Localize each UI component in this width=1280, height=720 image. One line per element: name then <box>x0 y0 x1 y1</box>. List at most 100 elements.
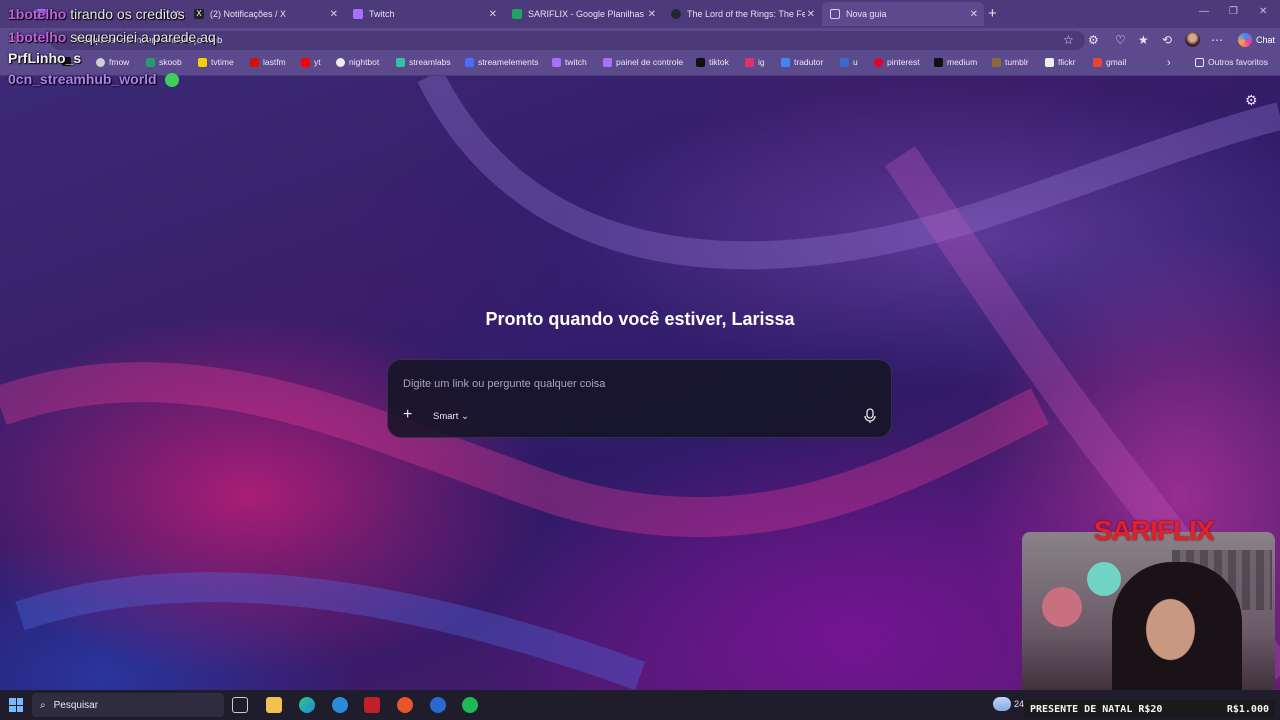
prompt-input[interactable] <box>403 378 843 390</box>
app-c-icon[interactable] <box>332 697 348 713</box>
weather-icon[interactable] <box>993 697 1011 711</box>
profile-avatar[interactable] <box>1185 32 1200 47</box>
newtab-icon <box>830 9 840 19</box>
bookmark-u[interactable]: u <box>840 57 858 67</box>
instagram-icon <box>745 57 754 67</box>
bookmark-tvtime[interactable]: tvtime <box>198 57 234 67</box>
close-icon[interactable]: ✕ <box>489 9 497 20</box>
tab-x-notifications[interactable]: X (2) Notificações / X ✕ <box>186 2 344 26</box>
chat-username: 1botelho <box>8 6 67 22</box>
tab-lotr-letterboxd[interactable]: The Lord of the Rings: The Fellows ✕ <box>663 2 821 26</box>
gmail-icon <box>1093 57 1102 67</box>
chat-text: sequenciei a parede aq <box>70 29 216 45</box>
twitch-icon <box>552 57 561 67</box>
tab-title: Nova guia <box>846 9 887 19</box>
close-icon[interactable]: ✕ <box>648 9 656 20</box>
sheets-icon <box>512 9 522 19</box>
search-icon: ⌕ <box>40 699 46 711</box>
page-greeting: Pronto quando você estiver, Larissa <box>485 309 795 329</box>
bookmark-twitch[interactable]: twitch <box>552 57 587 67</box>
close-icon[interactable]: ✕ <box>970 9 978 20</box>
tiktok-icon <box>696 57 705 67</box>
streamelements-icon[interactable] <box>430 697 446 713</box>
bookmark-fmow[interactable]: fmow <box>96 57 129 67</box>
more-menu-icon[interactable]: ⋯ <box>1211 33 1223 47</box>
favorites-icon[interactable]: ★ <box>1138 33 1149 47</box>
bookmarks-overflow-chevron-icon[interactable]: › <box>1167 57 1171 69</box>
chat-username: 0cn_streamhub_world <box>8 71 157 87</box>
bookmark-streamelements[interactable]: streamelements <box>465 57 538 67</box>
bookmark-gmail[interactable]: gmail <box>1093 57 1126 67</box>
twitch-icon <box>353 9 363 19</box>
bookmark-tradutor[interactable]: tradutor <box>781 57 823 67</box>
windows-start-icon[interactable] <box>9 698 23 712</box>
youtube-icon <box>301 57 310 67</box>
file-explorer-icon[interactable] <box>266 697 282 713</box>
close-icon[interactable]: ✕ <box>330 9 338 20</box>
task-view-icon[interactable] <box>232 697 248 713</box>
tab-sariflix-sheets[interactable]: SARIFLIX - Google Planilhas ✕ <box>504 2 662 26</box>
tab-title: The Lord of the Rings: The Fellows <box>687 9 805 19</box>
stream-chat-message: 1botelho tirando os creditos <box>8 6 185 22</box>
folder-icon <box>1195 57 1204 67</box>
browser-essentials-icon[interactable]: ♡ <box>1115 33 1126 47</box>
bookmark-tumblr[interactable]: tumblr <box>992 57 1029 67</box>
webcam-plush <box>1087 562 1121 596</box>
restore-icon[interactable]: ❐ <box>1229 6 1238 17</box>
tab-title: SARIFLIX - Google Planilhas <box>528 9 645 19</box>
obs-overlay-app-icon[interactable] <box>364 697 380 713</box>
taskbar-search[interactable]: ⌕ Pesquisar <box>32 693 224 717</box>
bookmark-streamlabs[interactable]: streamlabs <box>396 57 451 67</box>
copilot-chat-button[interactable]: Chat <box>1232 31 1280 49</box>
mode-selector[interactable]: Smart ⌄ <box>433 411 469 422</box>
tab-twitch[interactable]: Twitch ✕ <box>345 2 503 26</box>
close-icon[interactable]: ✕ <box>807 9 815 20</box>
donation-banner: PRESENTE DE NATAL R$20 R$1.000 <box>1024 700 1275 718</box>
tab-new-tab[interactable]: Nova guia ✕ <box>822 2 984 26</box>
nightbot-icon <box>336 57 345 67</box>
taskbar-search-label: Pesquisar <box>53 699 99 711</box>
bookmark-nightbot[interactable]: nightbot <box>336 57 379 67</box>
history-icon[interactable]: ⟲ <box>1162 33 1172 47</box>
bookmark-lastfm[interactable]: lastfm <box>250 57 286 67</box>
bookmark-painel-de-controle[interactable]: painel de controle <box>603 57 683 67</box>
extensions-icon[interactable]: ⚙ <box>1088 33 1099 47</box>
bookmark-flickr[interactable]: flickr <box>1045 57 1075 67</box>
mode-label: Smart <box>433 411 459 422</box>
minimize-icon[interactable]: — <box>1199 6 1209 17</box>
webcam-plush <box>1042 587 1082 627</box>
bookmark-yt[interactable]: yt <box>301 57 321 67</box>
letterboxd-icon <box>671 9 681 19</box>
bookmark-skoob[interactable]: skoob <box>146 57 182 67</box>
stream-chat-message: PrfLinho_s <box>8 50 81 66</box>
webcam-feed <box>1022 532 1275 700</box>
spotify-icon[interactable] <box>462 697 478 713</box>
streamlabs-icon <box>396 57 405 67</box>
tumblr-icon <box>992 57 1001 67</box>
bookmark-ig[interactable]: ig <box>745 57 765 67</box>
twitch-icon <box>603 57 612 67</box>
edge-icon[interactable] <box>299 697 315 713</box>
chat-text: tirando os creditos <box>70 6 185 22</box>
lastfm-icon <box>250 57 259 67</box>
add-attachment-plus-icon[interactable]: + <box>403 406 412 424</box>
app-orange-icon[interactable] <box>397 697 413 713</box>
favorite-star-icon[interactable]: ☆ <box>1063 33 1074 47</box>
stream-chat-message: 1botelho sequenciei a parede aq <box>8 29 216 45</box>
x-icon: X <box>194 9 204 19</box>
bookmark-medium[interactable]: medium <box>934 57 977 67</box>
tvtime-icon <box>198 57 207 67</box>
tab-strip: ✕ X (2) Notificações / X ✕ Twitch ✕ SARI… <box>0 0 1280 28</box>
sariflix-logo: SARIFLIX <box>1094 515 1215 546</box>
copilot-icon <box>1238 33 1252 47</box>
bookmark-tiktok[interactable]: tiktok <box>696 57 729 67</box>
microphone-icon[interactable] <box>863 408 877 429</box>
chevron-down-icon: ⌄ <box>460 411 469 422</box>
bookmarks-bar: fmow skoob tvtime lastfm yt nightbot str… <box>0 52 1280 76</box>
page-settings-gear-icon[interactable]: ⚙ <box>1245 92 1258 109</box>
bookmark-outros-favoritos[interactable]: Outros favoritos <box>1195 57 1268 67</box>
bookmark-pinterest[interactable]: pinterest <box>874 57 920 67</box>
close-window-icon[interactable]: ✕ <box>1259 6 1267 17</box>
new-tab-button[interactable]: + <box>988 5 997 22</box>
prompt-box: + Smart ⌄ <box>387 359 892 438</box>
